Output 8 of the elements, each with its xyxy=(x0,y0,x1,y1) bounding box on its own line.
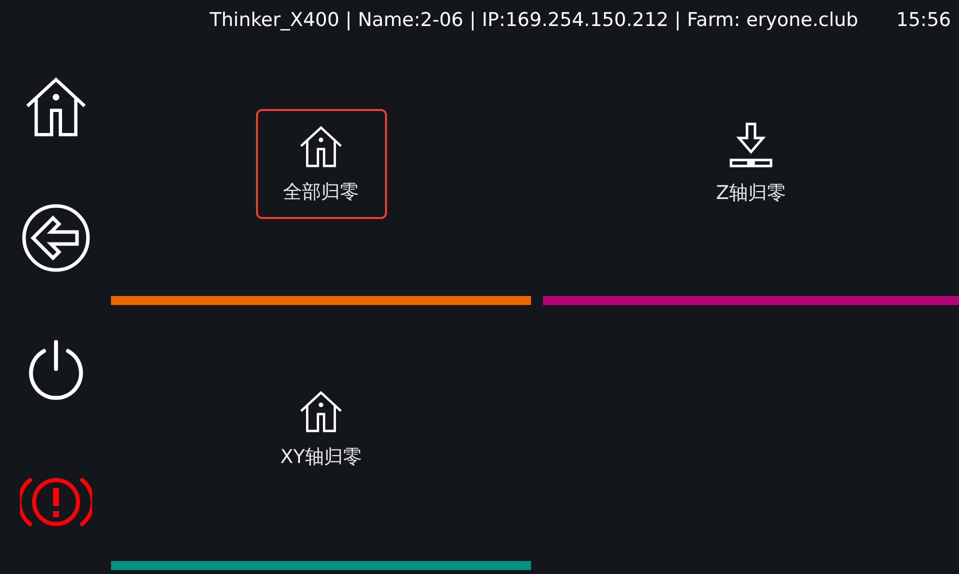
arrow-down-to-line-icon xyxy=(729,122,773,170)
printer-info: Thinker_X400 | Name:2-06 | IP:169.254.150.212 | Farm: eryone.club xyxy=(210,9,858,31)
back-button[interactable] xyxy=(20,202,92,274)
clock-time: 15:56 xyxy=(896,9,951,31)
home-axis-button[interactable]: Z轴归零 xyxy=(686,109,816,219)
home-axis-button[interactable]: XY轴归零 xyxy=(256,374,386,484)
alert-icon xyxy=(20,476,92,528)
home-axis-button[interactable]: 全部归零 xyxy=(256,109,386,219)
